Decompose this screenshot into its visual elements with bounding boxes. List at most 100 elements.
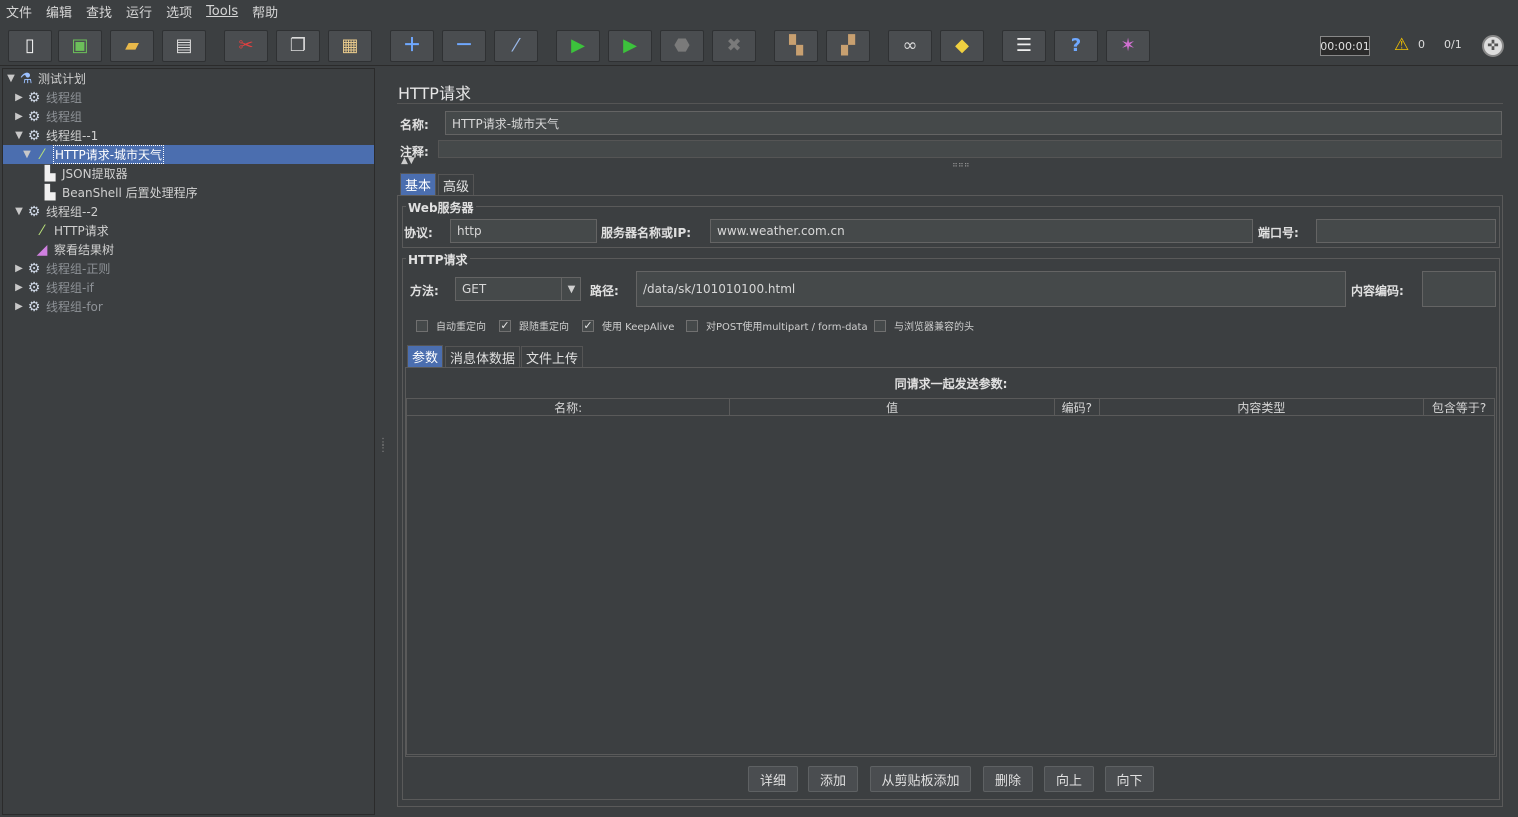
add-button[interactable]: 添加 xyxy=(808,766,858,792)
resize-grip-icon[interactable]: ⠶⠶⠶ xyxy=(952,160,970,169)
detail-button[interactable]: 详细 xyxy=(748,766,798,792)
column-header-encode[interactable]: 编码? xyxy=(1055,399,1100,415)
expand-arrow-icon[interactable]: ▶ xyxy=(13,111,25,122)
clear-button[interactable]: ▚ xyxy=(774,30,818,62)
column-header-name[interactable]: 名称: xyxy=(407,399,731,415)
checkbox-label: 跟随重定向 xyxy=(519,322,569,333)
checkbox-checked-icon[interactable]: ✓ xyxy=(499,319,511,332)
tab-body-data[interactable]: 消息体数据 xyxy=(445,346,521,368)
server-name-input[interactable]: www.weather.com.cn xyxy=(710,219,1253,243)
help-button[interactable]: ? xyxy=(1054,30,1098,62)
tree-node-beanshell-post[interactable]: ▙ BeanShell 后置处理程序 xyxy=(41,183,198,202)
port-input[interactable] xyxy=(1316,219,1496,243)
menu-help[interactable]: 帮助 xyxy=(252,2,278,21)
collapse-arrow-icon[interactable]: ▼ xyxy=(13,130,25,141)
expand-arrow-icon[interactable]: ▶ xyxy=(13,92,25,103)
paste-button[interactable]: ▦ xyxy=(328,30,372,62)
column-header-include-equals[interactable]: 包含等于? xyxy=(1424,399,1494,415)
name-input[interactable]: HTTP请求-城市天气 xyxy=(445,111,1502,135)
checkbox-auto-redirect[interactable]: 自动重定向 xyxy=(416,318,486,333)
function-helper-button[interactable]: ☰ xyxy=(1002,30,1046,62)
collapse-toggle-icon[interactable]: ▲▼ xyxy=(401,157,415,166)
tree-node-thread-group[interactable]: ▶ ⚙ 线程组 xyxy=(13,88,82,107)
tab-parameters[interactable]: 参数 xyxy=(407,345,444,367)
tree-node-thread-group-2[interactable]: ▼ ⚙ 线程组--2 xyxy=(13,202,98,221)
add-from-clipboard-button[interactable]: 从剪贴板添加 xyxy=(870,766,971,792)
reset-search-button[interactable]: ◆ xyxy=(940,30,984,62)
collapse-arrow-icon[interactable]: ▼ xyxy=(21,149,33,160)
stop-button[interactable]: ⬣ xyxy=(660,30,704,62)
tree-node-thread-group-if[interactable]: ▶ ⚙ 线程组-if xyxy=(13,278,94,297)
expand-arrow-icon[interactable]: ▶ xyxy=(13,263,25,274)
move-up-button[interactable]: 向上 xyxy=(1044,766,1094,792)
copy-button[interactable]: ❐ xyxy=(276,30,320,62)
path-input[interactable]: /data/sk/101010100.html xyxy=(636,271,1346,307)
new-button[interactable]: ▯ xyxy=(8,30,52,62)
tree-node-http-request-weather[interactable]: ▼ ⁄ HTTP请求-城市天气 xyxy=(3,145,374,164)
tree-node-thread-group-for[interactable]: ▶ ⚙ 线程组-for xyxy=(13,297,103,316)
tree-node-json-extractor[interactable]: ▙ JSON提取器 xyxy=(41,164,128,183)
plus-icon: ＋ xyxy=(403,35,421,56)
shutdown-button[interactable]: ✖ xyxy=(712,30,756,62)
gear-icon: ⚙ xyxy=(27,279,41,296)
start-no-pause-button[interactable]: ▶ xyxy=(608,30,652,62)
tree-node-label: HTTP请求 xyxy=(54,224,109,238)
save-button[interactable]: ▤ xyxy=(162,30,206,62)
delete-button[interactable]: 删除 xyxy=(983,766,1033,792)
parameters-caption: 同请求一起发送参数: xyxy=(894,377,1008,391)
splitter-grip-icon[interactable]: ⋮ ⋮ xyxy=(378,438,388,464)
checkbox-keepalive[interactable]: ✓ 使用 KeepAlive xyxy=(582,318,674,333)
checkbox-browser-headers[interactable]: 与浏览器兼容的头 xyxy=(874,318,974,333)
checkbox-unchecked-icon[interactable] xyxy=(686,319,698,332)
log-viewer-icon[interactable]: ✜ xyxy=(1482,35,1504,57)
tree-node-view-results-tree[interactable]: ◢ 察看结果树 xyxy=(33,240,114,259)
open-button[interactable]: ▰ xyxy=(110,30,154,62)
content-encoding-input[interactable] xyxy=(1422,271,1496,307)
warning-icon[interactable]: ⚠ xyxy=(1394,35,1409,55)
tree-node-thread-group-regex[interactable]: ▶ ⚙ 线程组-正则 xyxy=(13,259,110,278)
menu-run[interactable]: 运行 xyxy=(126,2,152,21)
tree-node-label: 线程组-if xyxy=(46,281,94,295)
collapse-button[interactable]: － xyxy=(442,30,486,62)
comment-input[interactable] xyxy=(438,140,1502,158)
collapse-arrow-icon[interactable]: ▼ xyxy=(5,73,17,84)
clear-all-button[interactable]: ▞ xyxy=(826,30,870,62)
menu-tools[interactable]: Tools xyxy=(206,4,238,19)
checkbox-unchecked-icon[interactable] xyxy=(874,319,886,332)
tree-node-test-plan[interactable]: ▼ ⚗ 测试计划 xyxy=(5,69,86,88)
document-icon: ▙ xyxy=(44,184,56,201)
toggle-button[interactable]: ⁄ xyxy=(494,30,538,62)
tree-node-label: 线程组-for xyxy=(46,300,103,314)
tab-advanced[interactable]: 高级 xyxy=(438,174,475,196)
menu-file[interactable]: 文件 xyxy=(6,2,32,21)
menu-edit[interactable]: 编辑 xyxy=(46,2,72,21)
play-no-timer-icon: ▶ xyxy=(623,35,637,56)
templates-button[interactable]: ▣ xyxy=(58,30,102,62)
move-down-button[interactable]: 向下 xyxy=(1105,766,1154,792)
tab-basic[interactable]: 基本 xyxy=(400,173,437,195)
expand-button[interactable]: ＋ xyxy=(390,30,434,62)
tab-files-upload[interactable]: 文件上传 xyxy=(521,346,584,368)
checkbox-unchecked-icon[interactable] xyxy=(416,319,428,332)
checkbox-checked-icon[interactable]: ✓ xyxy=(582,319,594,332)
column-header-content-type[interactable]: 内容类型 xyxy=(1100,399,1425,415)
menu-search[interactable]: 查找 xyxy=(86,2,112,21)
start-button[interactable]: ▶ xyxy=(556,30,600,62)
expand-arrow-icon[interactable]: ▶ xyxy=(13,301,25,312)
expand-arrow-icon[interactable]: ▶ xyxy=(13,282,25,293)
checkbox-follow-redirects[interactable]: ✓ 跟随重定向 xyxy=(499,318,569,333)
cut-button[interactable]: ✂ xyxy=(224,30,268,62)
checkbox-label: 使用 KeepAlive xyxy=(602,322,675,333)
dropdown-arrow-icon[interactable]: ▼ xyxy=(561,277,581,301)
tree-node-thread-group[interactable]: ▶ ⚙ 线程组 xyxy=(13,107,82,126)
column-header-value[interactable]: 值 xyxy=(730,399,1055,415)
checkbox-multipart[interactable]: 对POST使用multipart / form-data xyxy=(686,318,868,333)
protocol-input[interactable]: http xyxy=(450,219,597,243)
collapse-arrow-icon[interactable]: ▼ xyxy=(13,206,25,217)
remote-button[interactable]: ✶ xyxy=(1106,30,1150,62)
tree-node-thread-group-1[interactable]: ▼ ⚙ 线程组--1 xyxy=(13,126,98,145)
parameters-table-body[interactable] xyxy=(406,416,1495,755)
menu-options[interactable]: 选项 xyxy=(166,2,192,21)
search-button[interactable]: ∞ xyxy=(888,30,932,62)
tree-node-http-request[interactable]: ⁄ HTTP请求 xyxy=(33,221,109,240)
